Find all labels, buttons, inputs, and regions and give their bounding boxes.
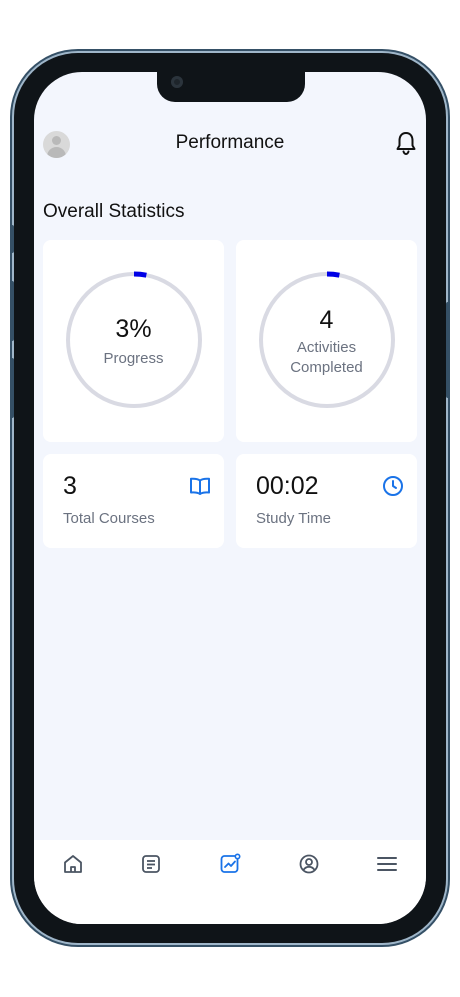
app-header: Performance xyxy=(34,128,426,164)
mute-switch xyxy=(10,225,14,253)
volume-down-button xyxy=(10,358,14,418)
bottom-tab-bar xyxy=(34,840,426,924)
study-time-label: Study Time xyxy=(256,510,332,527)
book-icon xyxy=(190,477,210,495)
clock-icon xyxy=(383,476,403,496)
activities-value: 4 xyxy=(319,306,334,334)
total-courses-label: Total Courses xyxy=(63,510,155,527)
power-button xyxy=(446,302,450,398)
study-time-value: 00:02 xyxy=(256,472,319,500)
home-icon[interactable] xyxy=(61,852,85,876)
progress-value: 3% xyxy=(115,315,152,343)
progress-label: Progress xyxy=(103,350,164,367)
activities-label-line1: Activities xyxy=(296,339,357,356)
bell-icon[interactable] xyxy=(394,130,418,156)
progress-card: 3% Progress xyxy=(43,240,224,442)
notch xyxy=(157,72,305,102)
section-title: Overall Statistics xyxy=(43,201,185,222)
chart-icon[interactable] xyxy=(218,852,242,876)
total-courses-card: 3 Total Courses xyxy=(43,454,224,548)
activities-card: 4 Activities Completed xyxy=(236,240,417,442)
volume-up-button xyxy=(10,281,14,341)
app-screen: Performance Overall Statistics 3% Progre… xyxy=(34,72,426,924)
menu-icon[interactable] xyxy=(375,852,399,876)
user-icon[interactable] xyxy=(297,852,321,876)
document-icon[interactable] xyxy=(139,852,163,876)
page-title: Performance xyxy=(175,132,285,153)
front-camera xyxy=(171,76,183,88)
study-time-card: 00:02 Study Time xyxy=(236,454,417,548)
activities-label-line2: Completed xyxy=(290,359,363,376)
total-courses-value: 3 xyxy=(63,472,77,500)
